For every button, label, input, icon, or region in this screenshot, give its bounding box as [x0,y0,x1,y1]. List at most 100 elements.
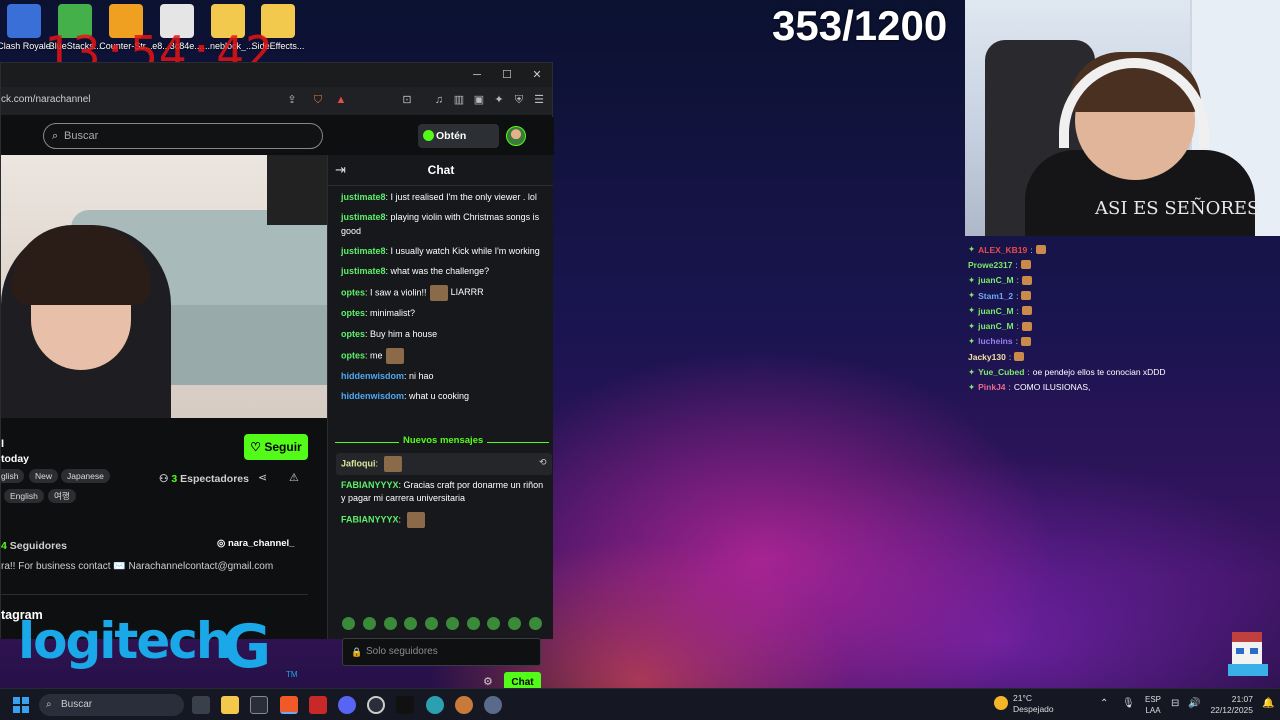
file-explorer-icon[interactable] [221,696,239,714]
chat-username[interactable]: optes [341,329,365,339]
app-icon-teal[interactable] [426,696,444,714]
chat-text: I just realised I'm the only viewer . lo… [390,192,537,202]
chat-username[interactable]: justimate8 [341,212,386,222]
chat-username[interactable]: FABIANYYYX [341,480,399,490]
minimize-button[interactable]: ─ [466,67,488,83]
chat-username[interactable]: hiddenwisdom [341,371,404,381]
vpn-icon[interactable]: ⛨ [512,93,526,107]
overlay-chat-line: ✦ juanC_M: [968,273,1268,288]
overlay-chat-separator: : [1016,305,1019,316]
chat-message-input[interactable]: 🔒 Solo seguidores [342,638,541,666]
overlay-chat-separator: : [1016,321,1019,332]
channel-name[interactable]: I [1,438,4,450]
site-search-input[interactable]: ⌕ Buscar [43,123,323,149]
overlay-chat-user: Jacky130 [968,351,1006,362]
app-icon-character[interactable] [455,696,473,714]
store-icon[interactable] [250,696,268,714]
chat-username[interactable]: optes [341,287,365,297]
quick-emote-icon[interactable] [362,617,376,630]
ai-icon[interactable]: ✦ [492,93,506,107]
menu-icon[interactable]: ☰ [532,93,546,107]
microphone-icon[interactable]: 🎙 [1122,698,1135,709]
chat-username[interactable]: justimate8 [341,266,386,276]
overlay-chat-line: Jacky130: [968,349,1268,364]
share-page-icon[interactable]: ⇪ [285,93,299,107]
notifications-icon[interactable]: 🔔 [1262,698,1274,709]
lock-icon: 🔒 [351,647,363,657]
taskbar-search[interactable]: ⌕ Buscar [39,694,184,716]
overlay-chat-user: lucheins [978,336,1013,347]
quick-emote-icon[interactable] [508,617,522,630]
overlay-chat-user: Stam1_2 [978,290,1014,301]
url-field[interactable]: ck.com/narachannel [1,94,91,105]
brave-browser-icon[interactable] [280,696,298,714]
stream-title: today [1,453,30,465]
quick-emote-icon[interactable] [487,617,501,630]
capcut-icon[interactable] [396,696,414,714]
tag-english[interactable]: English [4,489,44,503]
get-kicks-button[interactable]: Obtén KICKs [418,124,499,166]
emote-icon [385,347,404,364]
tag-new[interactable]: New [29,469,59,483]
discord-icon[interactable] [338,696,356,714]
report-icon[interactable]: ⚠ [289,471,299,484]
network-icon[interactable]: ⊟ [1171,698,1179,709]
quick-emote-icon[interactable] [425,617,439,630]
windows-start-button[interactable] [13,697,29,713]
chat-username[interactable]: justimate8 [341,192,386,202]
channel-bio: ra!! For business contact ✉️ Narachannel… [1,561,274,572]
emote-icon [1014,352,1025,362]
language-indicator[interactable]: ESP LAA [1145,694,1161,716]
logitech-g-logo: G [222,612,272,682]
maximize-button[interactable]: ☐ [496,67,518,83]
emote-icon [1021,306,1032,316]
search-placeholder: Buscar [64,130,99,142]
close-button[interactable]: ✕ [526,67,548,83]
quick-emote-icon[interactable] [383,617,397,630]
brave-rewards-icon[interactable]: ▲ [334,93,348,107]
screenshot-icon[interactable]: ⊡ [400,93,414,107]
emote-icon [1021,291,1032,301]
weather-condition: Despejado [1013,704,1054,714]
brave-shield-icon[interactable]: ⛉ [311,93,325,107]
clock[interactable]: 21:07 22/12/2025 [1209,694,1253,716]
volume-icon[interactable]: 🔊 [1188,698,1200,709]
instagram-handle: nara_channel_ [227,538,295,549]
share-icon[interactable]: ⋖ [258,471,267,484]
site-header: ⌕ Buscar Obtén KICKs [1,117,554,166]
task-view-icon[interactable] [192,696,210,714]
tag-english-partial[interactable]: glish [0,469,25,483]
emote-quick-bar [342,617,542,631]
quick-emote-icon[interactable] [466,617,480,630]
overlay-chat-line: ✦ juanC_M: [968,318,1268,333]
music-icon[interactable]: ♫ [432,93,446,107]
chat-username[interactable]: justimate8 [341,246,386,256]
chat-settings-icon[interactable]: ⚙ [483,675,493,688]
pixel-mascot [1228,632,1268,676]
tag-travel[interactable]: 여행 [48,489,76,503]
channel-info: I today ♡ Seguir glish New Japanese Engl… [0,418,327,639]
chat-username[interactable]: FABIANYYYX [341,515,399,525]
app-icon-red[interactable] [309,696,327,714]
wallet-icon[interactable]: ▣ [472,93,486,107]
tray-chevron-icon[interactable]: ⌃ [1100,698,1108,709]
quick-emote-icon[interactable] [404,617,418,630]
video-sofa-seat [151,305,327,385]
user-avatar[interactable] [506,126,526,146]
sidebar-icon[interactable]: ▥ [452,93,466,107]
instagram-link[interactable]: ◎ nara_channel_ [217,538,294,549]
overlay-chat-text: COMO ILUSIONAS, [1013,382,1091,393]
quick-emote-icon[interactable] [445,617,459,630]
chat-username[interactable]: Jafloqui [341,458,376,468]
stream-video[interactable] [1,155,327,418]
quick-emote-icon[interactable] [342,617,355,630]
tag-japanese[interactable]: Japanese [61,469,110,483]
settings-app-icon[interactable] [484,696,502,714]
follow-button[interactable]: ♡ Seguir [244,434,308,460]
chat-username[interactable]: optes [341,350,365,360]
quick-emote-icon[interactable] [528,617,542,630]
obs-icon[interactable] [367,696,385,714]
chat-username[interactable]: optes [341,308,365,318]
emote-icon [1020,260,1031,270]
chat-username[interactable]: hiddenwisdom [341,391,404,401]
